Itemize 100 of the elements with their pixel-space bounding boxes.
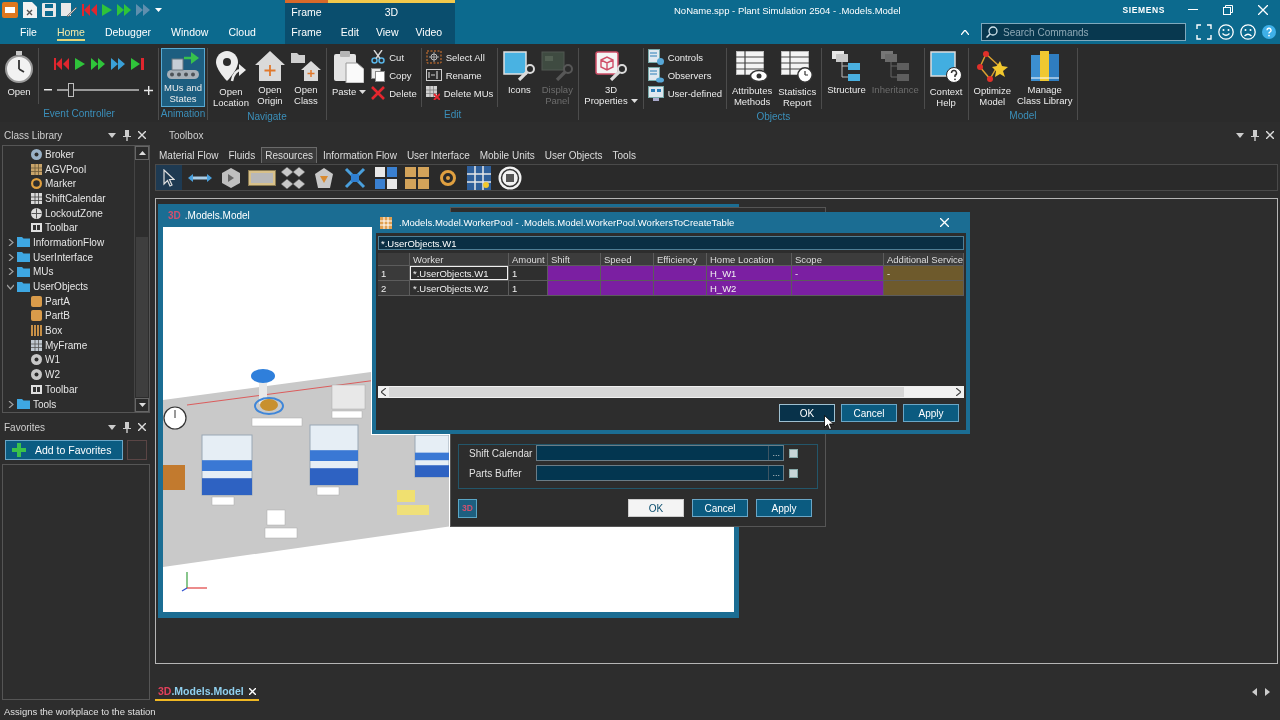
- ribbon-tab[interactable]: Home: [56, 23, 85, 41]
- tree-item[interactable]: W1: [31, 352, 60, 368]
- play-icon[interactable]: [102, 4, 112, 16]
- tree-item[interactable]: PartB: [31, 308, 70, 324]
- ribbon-tab[interactable]: Debugger: [104, 23, 152, 41]
- tree-item[interactable]: Box: [31, 323, 63, 338]
- save-icon[interactable]: [42, 3, 56, 17]
- tool-button[interactable]: [373, 165, 399, 190]
- toolbox-tab[interactable]: Tools: [608, 147, 640, 163]
- ribbon-button[interactable]: Cut: [369, 48, 419, 66]
- tool-button[interactable]: [156, 165, 182, 190]
- browse-button[interactable]: ...: [768, 466, 783, 480]
- ribbon-tab[interactable]: Cloud: [228, 23, 256, 41]
- tree-item[interactable]: UserInterface: [7, 249, 94, 265]
- ribbon-button[interactable]: Open Class: [287, 48, 324, 109]
- ribbon-button[interactable]: Optimize Model: [970, 48, 1014, 110]
- tree-item[interactable]: InformationFlow: [7, 235, 105, 250]
- close-icon[interactable]: [138, 131, 146, 139]
- pin-icon[interactable]: [1251, 129, 1259, 141]
- ribbon-button[interactable]: Attributes Methods: [729, 48, 776, 110]
- input-field[interactable]: ...: [536, 445, 784, 461]
- toolbox-tab[interactable]: User Interface: [402, 147, 474, 163]
- frown-icon[interactable]: [1240, 24, 1256, 40]
- scrollbar-thumb[interactable]: [389, 387, 904, 397]
- arrow-left-icon[interactable]: [1252, 688, 1257, 696]
- minus-icon[interactable]: [44, 89, 52, 91]
- tool-button[interactable]: [497, 165, 523, 190]
- fast-forward-icon[interactable]: [90, 58, 105, 70]
- checkbox[interactable]: [789, 448, 798, 458]
- tree-item[interactable]: Toolbar: [31, 382, 78, 397]
- ribbon-button[interactable]: Manage Class Library: [1014, 48, 1076, 109]
- pin-icon[interactable]: [123, 421, 131, 433]
- document-tab[interactable]: 3D.Models.Model: [155, 683, 259, 701]
- search-field[interactable]: Search Commands: [981, 23, 1186, 41]
- toolbox-tab[interactable]: Resources: [261, 147, 317, 163]
- toolbox-tab[interactable]: Information Flow: [318, 147, 401, 163]
- ribbon-button[interactable]: User-defined: [645, 84, 725, 102]
- ribbon-button[interactable]: Controls: [645, 48, 725, 66]
- tree-item[interactable]: Marker: [31, 176, 77, 192]
- close-icon[interactable]: [138, 423, 146, 431]
- slider-thumb[interactable]: [67, 83, 74, 97]
- fullscreen-icon[interactable]: [1196, 24, 1212, 40]
- ribbon-button[interactable]: 3D Properties: [581, 48, 641, 109]
- ribbon-tab[interactable]: Frame: [291, 23, 322, 41]
- toolbox-tab[interactable]: User Objects: [540, 147, 607, 163]
- ribbon-button[interactable]: MUs and States: [161, 48, 205, 107]
- browse-button[interactable]: ...: [768, 446, 783, 460]
- ribbon-tab[interactable]: Window: [171, 23, 209, 41]
- document-icon[interactable]: [23, 2, 37, 18]
- toolbox-tab[interactable]: Material Flow: [155, 147, 223, 163]
- pin-icon[interactable]: [123, 129, 131, 141]
- ribbon-button[interactable]: Open Location: [210, 48, 252, 111]
- dialog-button[interactable]: OK: [628, 499, 684, 517]
- ribbon-button[interactable]: Context Help: [926, 48, 966, 111]
- app-icon[interactable]: [2, 2, 18, 18]
- tree-item[interactable]: W2: [31, 367, 60, 382]
- ribbon-tab[interactable]: Edit: [340, 23, 359, 41]
- arrow-right-icon[interactable]: [956, 388, 961, 396]
- tool-button[interactable]: [404, 165, 430, 190]
- toolbox-tab[interactable]: Fluids: [224, 147, 260, 163]
- ribbon-button[interactable]: Rename: [423, 66, 496, 84]
- tree-item[interactable]: MUs: [7, 264, 54, 280]
- dialog-button[interactable]: Apply: [756, 499, 812, 517]
- tree-item[interactable]: Broker: [31, 147, 75, 162]
- ribbon-button[interactable]: Delete: [369, 84, 419, 102]
- close-icon[interactable]: [1266, 131, 1274, 139]
- fast-forward-icon[interactable]: [117, 4, 131, 16]
- dropdown-icon[interactable]: [155, 8, 162, 12]
- dropdown-icon[interactable]: [108, 132, 116, 138]
- ribbon-tab[interactable]: View: [375, 23, 399, 41]
- pencil-icon[interactable]: [61, 2, 77, 18]
- dropdown-icon[interactable]: [108, 424, 116, 430]
- tree-item[interactable]: PartA: [31, 293, 70, 309]
- ribbon-button[interactable]: Paste: [328, 48, 370, 100]
- dialog-button[interactable]: Cancel: [841, 404, 897, 422]
- ribbon-button[interactable]: Select All: [423, 48, 496, 66]
- help-icon[interactable]: [1262, 25, 1276, 39]
- tree-item[interactable]: Tools: [7, 396, 57, 412]
- ribbon-tab[interactable]: File: [20, 23, 37, 41]
- input-field[interactable]: ...: [536, 465, 784, 481]
- cell-editor-field[interactable]: *.UserObjects.W1: [378, 236, 964, 250]
- ribbon-tab[interactable]: Video: [415, 23, 443, 41]
- dialog-button[interactable]: OK: [779, 404, 835, 422]
- ribbon-button[interactable]: Open Origin: [251, 48, 288, 109]
- plus-icon[interactable]: [144, 85, 153, 95]
- smile-icon[interactable]: [1218, 24, 1234, 40]
- skip-forward-icon[interactable]: [130, 58, 144, 70]
- ribbon-button[interactable]: Delete MUs: [423, 84, 496, 102]
- tree-item[interactable]: Toolbar: [31, 220, 78, 236]
- tree-item[interactable]: LockoutZone: [31, 205, 103, 221]
- fast-forward-icon[interactable]: [110, 58, 125, 70]
- tool-button[interactable]: [280, 165, 306, 190]
- scroll-down-button[interactable]: [135, 398, 149, 412]
- ribbon-button[interactable]: Open: [2, 48, 36, 100]
- ribbon-button[interactable]: Copy: [369, 66, 419, 84]
- ribbon-button[interactable]: Statistics Report: [775, 48, 820, 111]
- ribbon-button[interactable]: Icons: [500, 48, 539, 98]
- dialog-button[interactable]: Cancel: [692, 499, 748, 517]
- tree-item[interactable]: UserObjects: [7, 279, 88, 294]
- tree-item[interactable]: MyFrame: [31, 337, 88, 353]
